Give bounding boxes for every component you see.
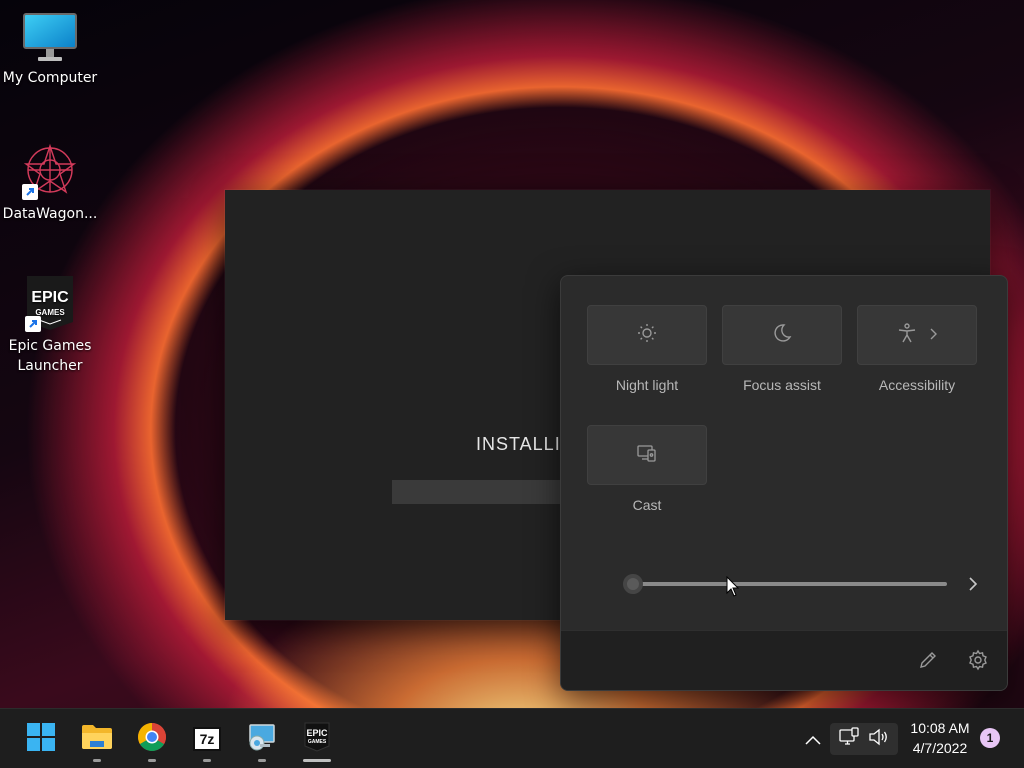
desktop-icon-datawagon[interactable]: DataWagon... bbox=[2, 142, 98, 224]
clock-time: 10:08 AM bbox=[910, 720, 970, 736]
datawagon-logo-icon bbox=[20, 142, 80, 200]
taskbar-app-epic-games[interactable]: EPIC GAMES bbox=[293, 709, 341, 768]
moon-icon bbox=[771, 322, 793, 348]
notification-badge[interactable]: 1 bbox=[980, 728, 1000, 748]
gear-icon[interactable] bbox=[967, 649, 989, 675]
pencil-icon[interactable] bbox=[917, 649, 939, 675]
running-indicator bbox=[258, 759, 266, 762]
desktop-icon-label: Epic Games Launcher bbox=[8, 338, 92, 374]
start-button[interactable] bbox=[17, 709, 65, 768]
taskbar-app-7zip[interactable]: 7z bbox=[183, 709, 231, 768]
tile-label: Night light bbox=[615, 377, 679, 393]
tile-label: Focus assist bbox=[743, 377, 821, 393]
running-indicator bbox=[93, 759, 101, 762]
taskbar-clock[interactable]: 10:08 AM 4/7/2022 bbox=[904, 718, 976, 758]
chevron-right-icon bbox=[928, 326, 938, 345]
tile-cast[interactable]: Cast bbox=[587, 425, 707, 513]
night-light-icon bbox=[636, 322, 658, 348]
mouse-cursor-icon bbox=[726, 575, 740, 602]
tile-focus-assist[interactable]: Focus assist bbox=[722, 305, 842, 393]
taskbar-app-control-panel[interactable] bbox=[238, 709, 286, 768]
folder-icon bbox=[81, 723, 113, 755]
accessibility-button[interactable] bbox=[857, 305, 977, 365]
shortcut-arrow-icon bbox=[22, 184, 38, 200]
epic-games-logo-icon: EPIC GAMES bbox=[304, 722, 330, 756]
taskbar-app-chrome[interactable] bbox=[128, 709, 176, 768]
cast-icon bbox=[636, 442, 658, 468]
desktop-icon-label: DataWagon... bbox=[2, 206, 98, 222]
network-icon bbox=[838, 727, 860, 751]
volume-icon bbox=[868, 727, 890, 751]
chrome-icon bbox=[137, 722, 167, 756]
accessibility-icon bbox=[896, 322, 918, 348]
tile-night-light[interactable]: Night light bbox=[587, 305, 707, 393]
quick-settings-panel: Night light Focus assist Accessibility C… bbox=[560, 275, 1008, 691]
svg-text:EPIC: EPIC bbox=[31, 289, 69, 306]
network-volume-button[interactable] bbox=[830, 723, 898, 755]
brightness-slider-thumb[interactable] bbox=[623, 574, 643, 594]
svg-text:GAMES: GAMES bbox=[308, 739, 327, 745]
active-indicator bbox=[303, 759, 331, 762]
tile-label: Accessibility bbox=[878, 377, 956, 393]
brightness-slider-track[interactable] bbox=[633, 582, 947, 586]
night-light-button[interactable] bbox=[587, 305, 707, 365]
svg-text:EPIC: EPIC bbox=[306, 728, 328, 738]
clock-date: 4/7/2022 bbox=[912, 740, 968, 756]
focus-assist-button[interactable] bbox=[722, 305, 842, 365]
7zip-icon: 7z bbox=[193, 727, 221, 751]
tile-label: Cast bbox=[632, 497, 662, 513]
chevron-right-icon[interactable] bbox=[965, 574, 981, 598]
desktop-icon-epic-games[interactable]: EPIC GAMES Epic Games Launcher bbox=[2, 274, 98, 376]
monitor-icon bbox=[22, 12, 78, 64]
chevron-up-icon bbox=[805, 730, 821, 749]
epic-games-logo-icon: EPIC GAMES bbox=[23, 274, 77, 332]
tile-accessibility[interactable]: Accessibility bbox=[857, 305, 977, 393]
desktop-icon-label: My Computer bbox=[2, 70, 98, 86]
taskbar-app-file-explorer[interactable] bbox=[73, 709, 121, 768]
shortcut-arrow-icon bbox=[25, 316, 41, 332]
quick-settings-footer bbox=[561, 630, 1007, 690]
control-panel-icon bbox=[247, 722, 277, 756]
desktop-icon-my-computer[interactable]: My Computer bbox=[2, 12, 98, 88]
show-hidden-icons-button[interactable] bbox=[800, 723, 826, 755]
cast-button[interactable] bbox=[587, 425, 707, 485]
taskbar: 7z EPIC GAMES 10:08 AM 4/7/2022 1 bbox=[0, 708, 1024, 768]
windows-logo-icon bbox=[26, 722, 56, 756]
running-indicator bbox=[148, 759, 156, 762]
installer-status-text: INSTALLI bbox=[476, 434, 561, 454]
running-indicator bbox=[203, 759, 211, 762]
